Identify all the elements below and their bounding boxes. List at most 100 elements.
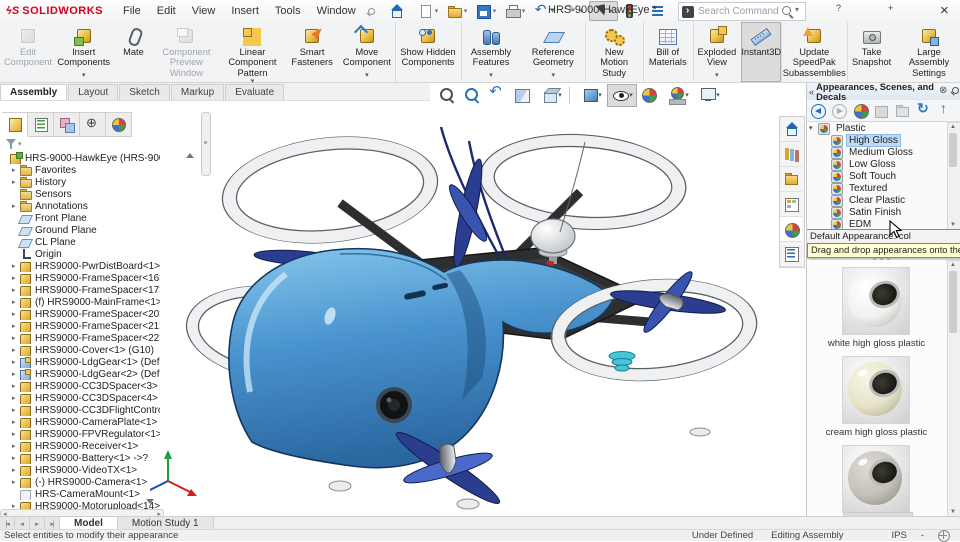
- feature-tree-item[interactable]: Favorites: [2, 164, 160, 176]
- units-caret[interactable]: -: [921, 530, 924, 541]
- nav-back-icon[interactable]: [810, 102, 828, 120]
- instant3d-button[interactable]: Instant3D: [741, 22, 782, 82]
- update-speedpak-button[interactable]: Update SpeedPak Subassemblies: [781, 22, 847, 82]
- menu-item[interactable]: Insert: [223, 3, 267, 19]
- folder-gray-icon[interactable]: [894, 102, 912, 120]
- feature-tree-item[interactable]: HRS9000-PwrDistBoard<1> (D: [2, 260, 160, 272]
- view-orientation-button[interactable]: [536, 84, 566, 107]
- units-label[interactable]: IPS: [892, 530, 907, 541]
- appearance-tree-item[interactable]: Low Gloss: [807, 158, 946, 171]
- appearance-tree-item[interactable]: Medium Gloss: [807, 146, 946, 159]
- appearance-tree-item[interactable]: High Gloss: [807, 133, 946, 147]
- feature-tree-item[interactable]: Annotations: [2, 200, 160, 212]
- panel-splitter-handle[interactable]: [201, 112, 211, 176]
- tree-scroll-down[interactable]: [146, 498, 155, 506]
- feature-tree-item[interactable]: HRS-9000-HawkEye (HRS-9000-C: [2, 152, 160, 164]
- apply-scene-button[interactable]: [663, 84, 693, 107]
- edit-component-button[interactable]: Edit Component: [2, 22, 54, 82]
- feature-tree-item[interactable]: Ground Plane: [2, 224, 160, 236]
- feature-tree-item[interactable]: HRS9000-FrameSpacer<17> (I: [2, 284, 160, 296]
- help-icon[interactable]: [836, 2, 854, 20]
- pin-icon[interactable]: [366, 6, 376, 16]
- up-arrow-icon[interactable]: [936, 100, 954, 120]
- zoom-to-fit-button[interactable]: [436, 84, 460, 107]
- pin-pane-icon[interactable]: [950, 86, 959, 97]
- home-button[interactable]: [386, 1, 415, 21]
- expand-arrow-icon[interactable]: [12, 406, 20, 414]
- menu-item[interactable]: View: [184, 3, 224, 19]
- thumbnails-scrollbar[interactable]: [947, 260, 960, 518]
- large-assembly-settings-button[interactable]: Large Assembly Settings: [896, 22, 960, 82]
- open-button[interactable]: [444, 1, 473, 21]
- expand-arrow-icon[interactable]: [12, 358, 20, 366]
- feature-tree-item[interactable]: History: [2, 176, 160, 188]
- feature-tree-item[interactable]: Origin: [2, 248, 160, 260]
- tab-evaluate[interactable]: Evaluate: [225, 84, 285, 100]
- hide-show-items-button[interactable]: [607, 83, 637, 107]
- file-explorer-tab[interactable]: [780, 167, 802, 192]
- feature-tree-item[interactable]: HRS9000-LdgGear<1> (Defau: [2, 356, 160, 368]
- custom-properties-tab[interactable]: [780, 242, 802, 267]
- feature-tree-item[interactable]: HRS9000-FrameSpacer<22> (: [2, 332, 160, 344]
- magnifier-icon[interactable]: [779, 4, 795, 20]
- zoom-to-area-button[interactable]: [461, 84, 485, 107]
- close-pane-icon[interactable]: [939, 85, 948, 97]
- cascade-icon[interactable]: [914, 2, 932, 20]
- expand-arrow-icon[interactable]: [12, 202, 20, 210]
- component-preview-window-button[interactable]: Component Preview Window: [153, 22, 219, 82]
- view-palette-tab[interactable]: [780, 192, 802, 217]
- expand-arrow-icon[interactable]: [12, 298, 20, 306]
- close-icon[interactable]: [940, 2, 958, 20]
- tab-assembly[interactable]: Assembly: [0, 84, 68, 100]
- expand-arrow-icon[interactable]: [12, 442, 20, 450]
- collapse-chevron-icon[interactable]: [809, 87, 814, 97]
- feature-tree-item[interactable]: HRS9000-FrameSpacer<21> (: [2, 320, 160, 332]
- reference-geometry-button[interactable]: Reference Geometry: [521, 22, 585, 82]
- appearance-tree-item[interactable]: Clear Plastic: [807, 194, 946, 207]
- appearances-tree-scrollbar[interactable]: [947, 122, 960, 231]
- appearance-swatch[interactable]: white high gloss plastic: [828, 267, 925, 349]
- expand-arrow-icon[interactable]: [12, 418, 20, 426]
- save-button[interactable]: [473, 1, 502, 21]
- nav-forward-icon[interactable]: [831, 102, 849, 120]
- expand-arrow-icon[interactable]: [12, 430, 20, 438]
- feature-tree-item[interactable]: HRS9000-Battery<1> ->?: [2, 452, 160, 464]
- mate-button[interactable]: Mate: [113, 22, 153, 82]
- section-view-button[interactable]: [511, 84, 535, 107]
- new-document-button[interactable]: [415, 1, 444, 21]
- dimxpertmanager-tab[interactable]: [80, 112, 106, 137]
- appearance-ball-icon[interactable]: [852, 102, 870, 120]
- menu-item[interactable]: Tools: [267, 3, 309, 19]
- expand-arrow-icon[interactable]: [12, 334, 20, 342]
- menu-item[interactable]: Window: [309, 3, 364, 19]
- feature-tree-item[interactable]: (-) HRS9000-Camera<1>: [2, 476, 160, 488]
- heads-up-button[interactable]: [569, 86, 573, 104]
- search-input[interactable]: Search Commands: [678, 2, 806, 21]
- chevron-down-icon[interactable]: [795, 4, 803, 20]
- show-hidden-components-button[interactable]: Show Hidden Components: [394, 22, 461, 82]
- feature-tree-item[interactable]: HRS9000-CameraPlate<1> (C: [2, 416, 160, 428]
- feature-tree-item[interactable]: Sensors: [2, 188, 160, 200]
- previous-view-button[interactable]: [486, 82, 510, 107]
- appearance-swatch[interactable]: cream high gloss plastic: [826, 356, 927, 438]
- menu-item[interactable]: File: [115, 3, 149, 19]
- scroll-up-icon[interactable]: [948, 261, 958, 270]
- scroll-up-icon[interactable]: [948, 123, 958, 132]
- new-motion-study-button[interactable]: New Motion Study: [585, 22, 643, 82]
- design-library-tab[interactable]: [780, 142, 802, 167]
- display-style-button[interactable]: [576, 84, 606, 107]
- feature-tree-item[interactable]: HRS9000-CC3DFlightControlle: [2, 404, 160, 416]
- expand-arrow-icon[interactable]: [12, 394, 20, 402]
- feature-tree-item[interactable]: HRS-CameraMount<1>: [2, 488, 160, 500]
- feature-tree-item[interactable]: HRS9000-CC3DSpacer<3>: [2, 380, 160, 392]
- appearance-tree-item[interactable]: Plastic: [807, 122, 946, 135]
- expand-arrow-icon[interactable]: [12, 274, 20, 282]
- insert-components-button[interactable]: Insert Components: [54, 22, 113, 82]
- expand-arrow-icon[interactable]: [12, 262, 20, 270]
- propertymanager-tab[interactable]: [28, 112, 54, 137]
- expand-arrow-icon[interactable]: [12, 166, 20, 174]
- expand-arrow-icon[interactable]: [12, 178, 20, 186]
- solidworks-resources-tab[interactable]: [780, 117, 802, 142]
- expand-arrow-icon[interactable]: [12, 310, 20, 318]
- tree-filter[interactable]: ▾: [4, 137, 124, 150]
